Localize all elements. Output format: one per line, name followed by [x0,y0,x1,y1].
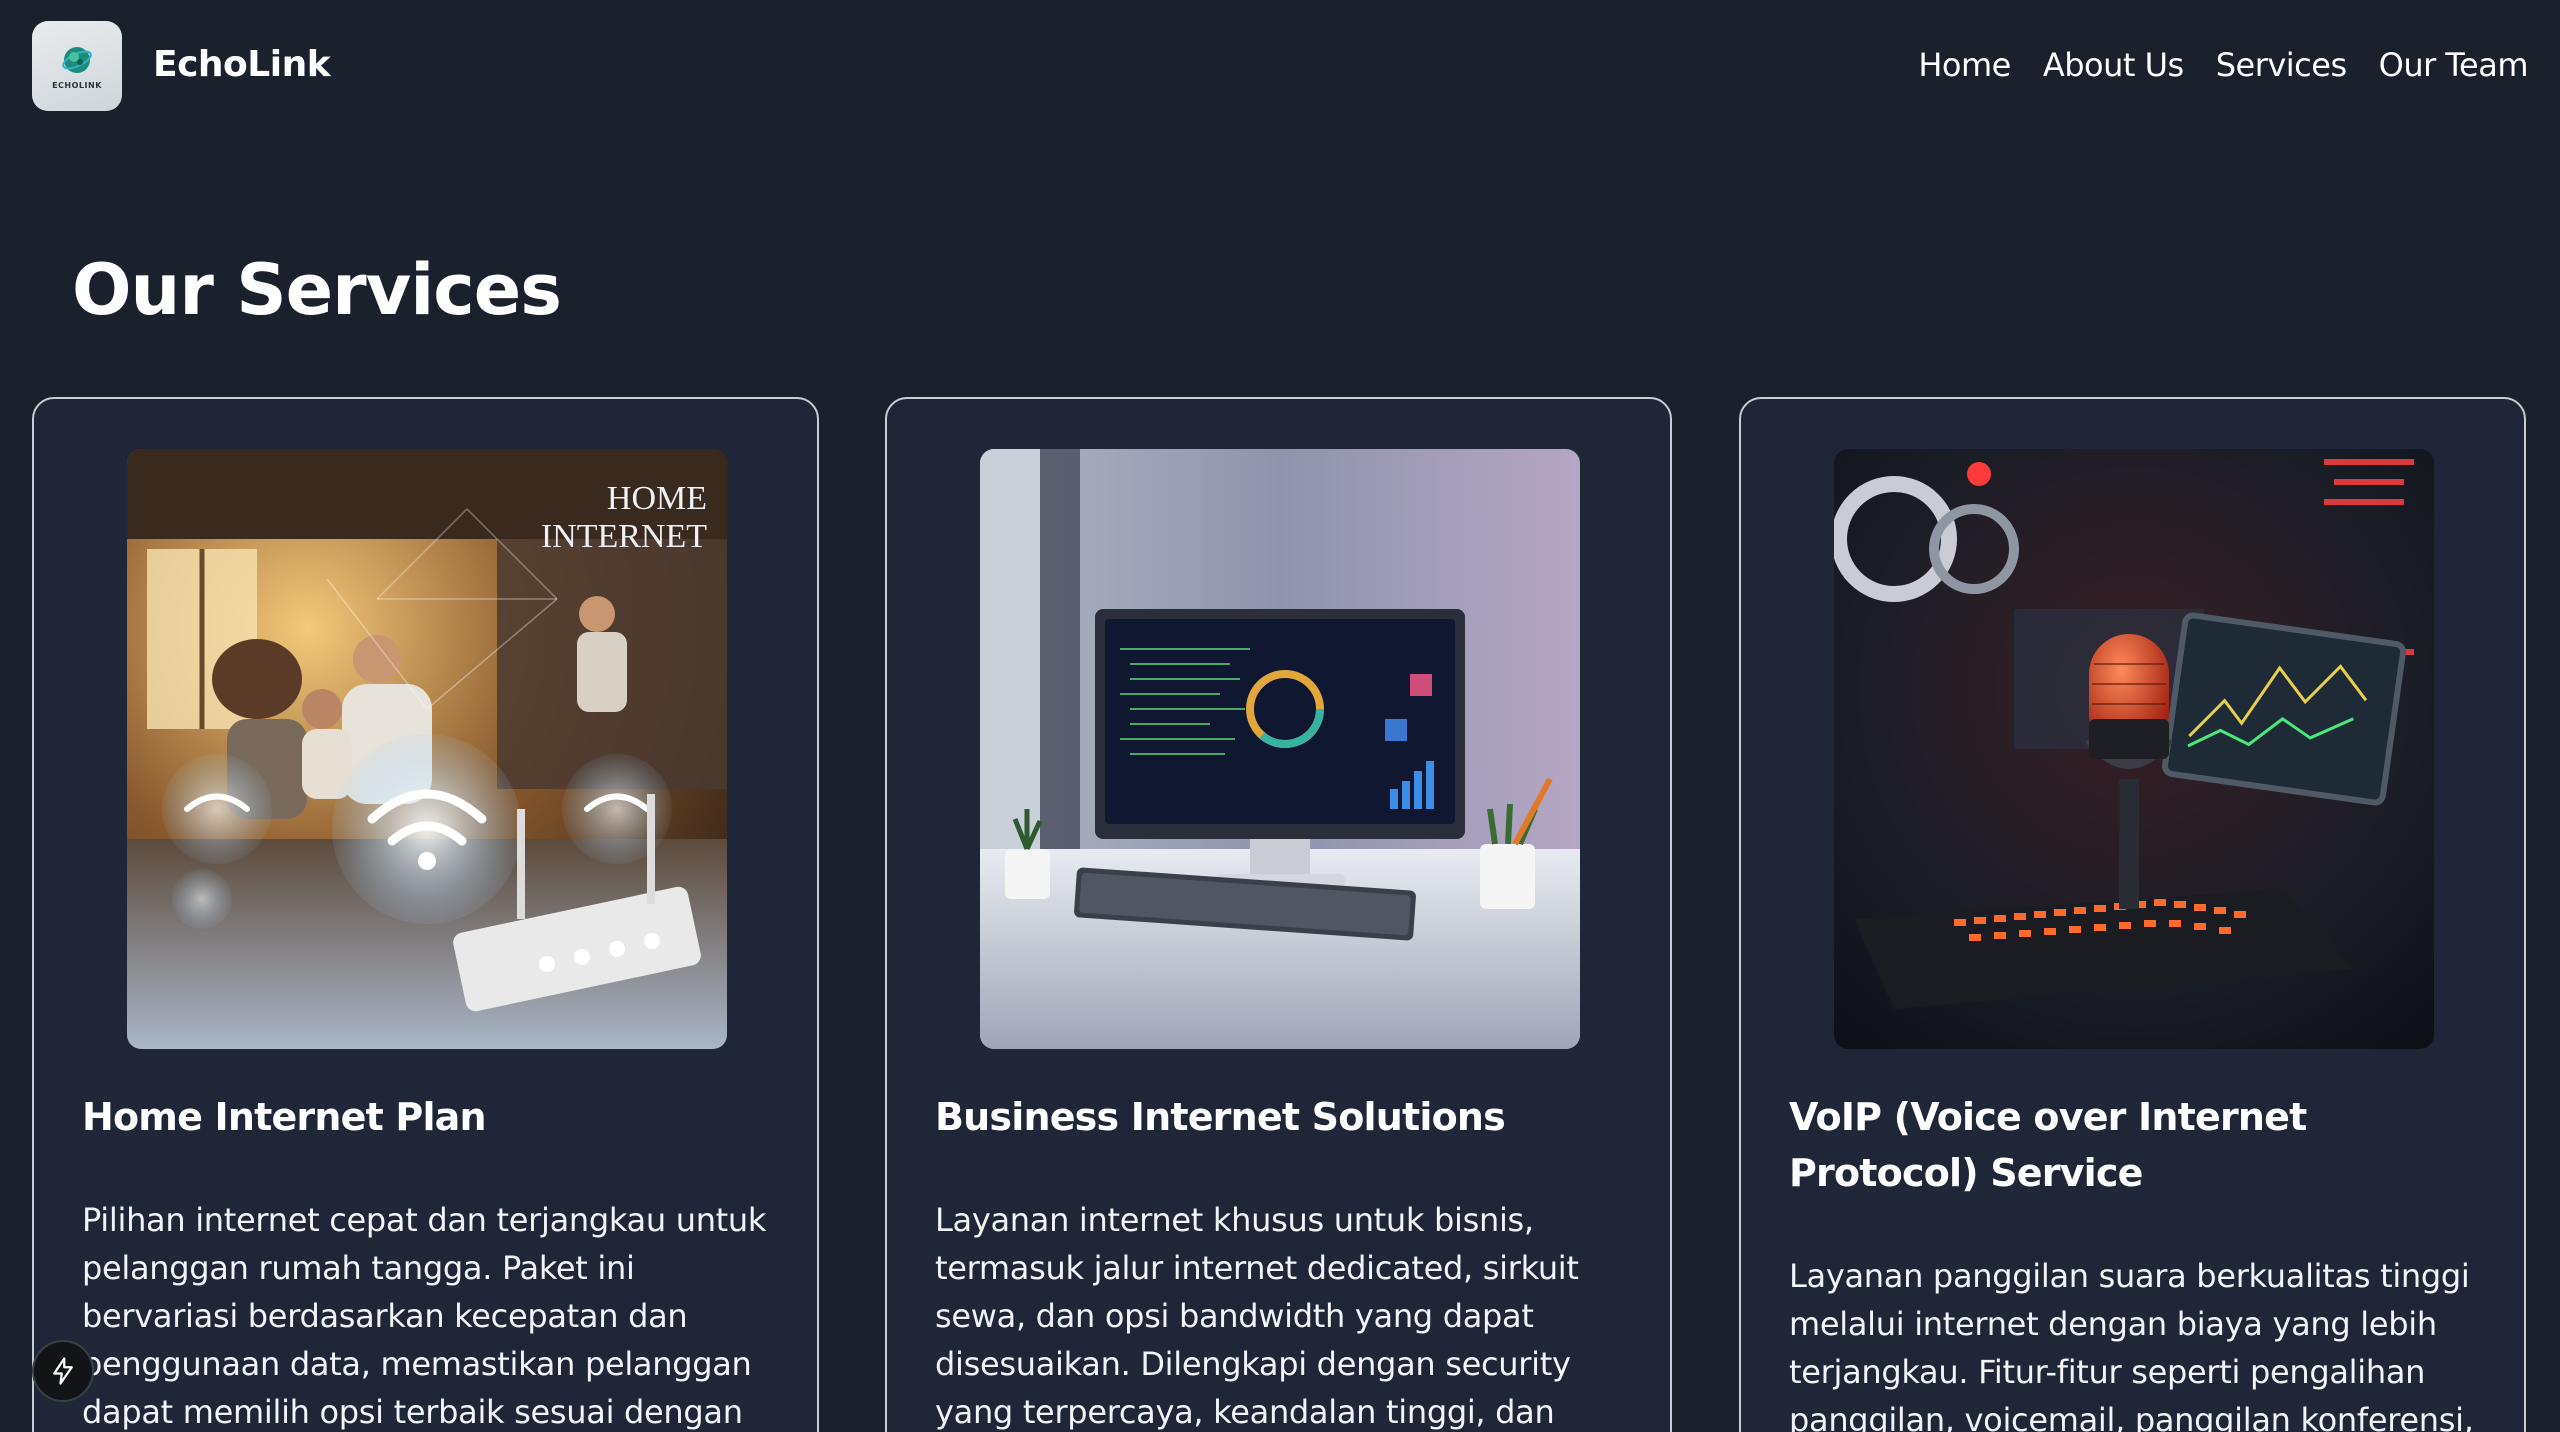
image-caption-home: HOME [607,480,707,517]
card-title: VoIP (Voice over Internet Protocol) Serv… [1789,1095,2307,1195]
voip-microphone-image [1834,449,2434,1049]
service-card-business-internet[interactable]: Business Internet Solutions Layanan inte… [885,397,1672,1432]
image-caption-internet: INTERNET [541,518,707,555]
page: ECHOLINK EchoLink Home About Us Services… [0,0,2560,1432]
section-title: Our Services [72,249,562,331]
service-card-voip[interactable]: VoIP (Voice over Internet Protocol) Serv… [1739,397,2526,1432]
nav-services[interactable]: Services [2216,44,2347,86]
brand-name[interactable]: EchoLink [153,42,331,88]
nav-home[interactable]: Home [1918,44,2011,86]
logo[interactable]: ECHOLINK [32,21,122,111]
service-card-home-internet[interactable]: HOME INTERNET Home Internet Plan Pilihan… [32,397,819,1432]
main-nav: Home About Us Services Our Team [1918,44,2528,86]
business-internet-image [980,449,1580,1049]
site-header: ECHOLINK EchoLink Home About Us Services… [0,0,2560,130]
card-title: Home Internet Plan [82,1095,487,1139]
card-title: Business Internet Solutions [935,1095,1506,1139]
nav-about-us[interactable]: About Us [2043,44,2184,86]
business-internet-illustration [980,449,1580,1049]
voip-microphone-illustration [1834,449,2434,1049]
nav-our-team[interactable]: Our Team [2379,44,2529,86]
lightning-bolt-icon [53,1357,73,1385]
lightning-bolt-button[interactable] [32,1340,94,1402]
card-description: Layanan internet khusus untuk bisnis, te… [935,1201,1579,1431]
home-internet-illustration: HOME INTERNET [127,449,727,1049]
logo-wordmark: ECHOLINK [52,80,102,90]
globe-logo-icon [62,46,92,73]
card-description: Layanan panggilan suara berkualitas ting… [1789,1257,2474,1432]
home-internet-image: HOME INTERNET [127,449,727,1049]
card-description: Pilihan internet cepat dan terjangkau un… [82,1201,767,1431]
